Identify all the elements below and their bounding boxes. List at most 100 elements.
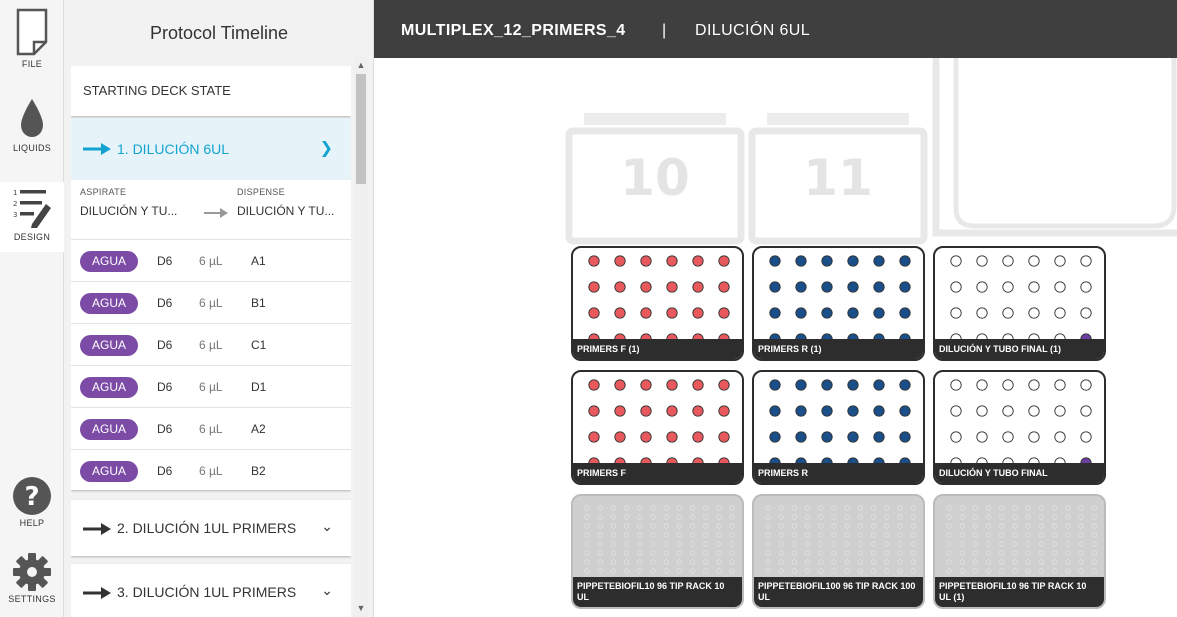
well[interactable] [847, 379, 859, 391]
well[interactable] [899, 307, 911, 319]
well[interactable] [692, 431, 704, 443]
scroll-up-icon[interactable]: ▲ [354, 58, 368, 72]
well[interactable] [899, 281, 911, 293]
well[interactable] [821, 307, 833, 319]
well[interactable] [976, 281, 988, 293]
well[interactable] [614, 431, 626, 443]
well[interactable] [614, 379, 626, 391]
well[interactable] [666, 255, 678, 267]
chevron-right-icon[interactable]: ❯ [320, 138, 333, 158]
well[interactable] [769, 255, 781, 267]
well[interactable] [950, 379, 962, 391]
well[interactable] [976, 255, 988, 267]
well[interactable] [847, 255, 859, 267]
well[interactable] [640, 307, 652, 319]
well[interactable] [950, 255, 962, 267]
well[interactable] [640, 431, 652, 443]
well[interactable] [976, 379, 988, 391]
well[interactable] [692, 379, 704, 391]
well[interactable] [1002, 281, 1014, 293]
well[interactable] [588, 255, 600, 267]
well[interactable] [899, 431, 911, 443]
well[interactable] [1080, 307, 1092, 319]
well[interactable] [769, 281, 781, 293]
transfer-row[interactable]: AGUA D6 6 µL A2 [71, 408, 351, 450]
well[interactable] [1028, 431, 1040, 443]
well[interactable] [588, 379, 600, 391]
well[interactable] [1028, 281, 1040, 293]
labware-primers-r-1[interactable]: PRIMERS R (1) [752, 246, 925, 361]
well[interactable] [640, 281, 652, 293]
well[interactable] [873, 405, 885, 417]
well[interactable] [795, 307, 807, 319]
well[interactable] [588, 431, 600, 443]
well[interactable] [795, 255, 807, 267]
well[interactable] [588, 405, 600, 417]
well[interactable] [1054, 405, 1066, 417]
well[interactable] [899, 379, 911, 391]
well[interactable] [614, 405, 626, 417]
well[interactable] [795, 431, 807, 443]
scrollbar-thumb[interactable] [356, 74, 366, 184]
well[interactable] [1054, 307, 1066, 319]
well[interactable] [666, 405, 678, 417]
well[interactable] [1054, 255, 1066, 267]
well[interactable] [1002, 379, 1014, 391]
well[interactable] [588, 307, 600, 319]
well[interactable] [666, 307, 678, 319]
nav-liquids-button[interactable]: LIQUIDS [0, 96, 64, 153]
well[interactable] [795, 281, 807, 293]
chevron-down-icon[interactable]: ⌄ [321, 582, 333, 599]
timeline-list[interactable]: STARTING DECK STATE 1. DILUCIÓN 6UL ❯ AS… [71, 66, 351, 617]
well[interactable] [1080, 405, 1092, 417]
well[interactable] [666, 431, 678, 443]
well[interactable] [769, 405, 781, 417]
well[interactable] [795, 379, 807, 391]
well[interactable] [640, 405, 652, 417]
chevron-down-icon[interactable]: ⌄ [321, 518, 333, 535]
well[interactable] [1028, 307, 1040, 319]
well[interactable] [950, 307, 962, 319]
well[interactable] [614, 255, 626, 267]
well[interactable] [718, 281, 730, 293]
nav-design-button[interactable]: 1 2 3 DESIGN [0, 182, 64, 252]
starting-deck-state-item[interactable]: STARTING DECK STATE [71, 66, 351, 116]
well[interactable] [692, 307, 704, 319]
well[interactable] [1080, 255, 1092, 267]
well[interactable] [614, 307, 626, 319]
step-1-header[interactable]: 1. DILUCIÓN 6UL ❯ [71, 118, 351, 180]
labware-tip-rack-10ul[interactable]: PIPPETEBIOFIL10 96 TIP RACK 10 UL [571, 494, 744, 609]
well[interactable] [873, 431, 885, 443]
well[interactable] [640, 255, 652, 267]
well[interactable] [718, 379, 730, 391]
labware-primers-f-1[interactable]: PRIMERS F (1) [571, 246, 744, 361]
scroll-down-icon[interactable]: ▼ [354, 601, 368, 615]
well[interactable] [847, 431, 859, 443]
transfer-row[interactable]: AGUA D6 6 µL B2 [71, 450, 351, 492]
well[interactable] [614, 281, 626, 293]
well[interactable] [692, 281, 704, 293]
well[interactable] [1080, 281, 1092, 293]
well[interactable] [950, 405, 962, 417]
well[interactable] [588, 281, 600, 293]
well[interactable] [718, 307, 730, 319]
well[interactable] [821, 281, 833, 293]
well[interactable] [847, 405, 859, 417]
well[interactable] [718, 431, 730, 443]
well[interactable] [1080, 431, 1092, 443]
well[interactable] [873, 307, 885, 319]
timeline-step-2[interactable]: 2. DILUCIÓN 1UL PRIMERS ⌄ [71, 500, 351, 556]
well[interactable] [1002, 431, 1014, 443]
well[interactable] [950, 281, 962, 293]
well[interactable] [666, 379, 678, 391]
well[interactable] [1054, 431, 1066, 443]
well[interactable] [821, 255, 833, 267]
timeline-scrollbar[interactable]: ▲ ▼ [354, 56, 368, 617]
well[interactable] [821, 431, 833, 443]
well[interactable] [873, 281, 885, 293]
nav-settings-button[interactable]: SETTINGS [0, 552, 64, 604]
well[interactable] [1002, 255, 1014, 267]
well[interactable] [1028, 255, 1040, 267]
transfer-row[interactable]: AGUA D6 6 µL B1 [71, 282, 351, 324]
well[interactable] [1002, 307, 1014, 319]
